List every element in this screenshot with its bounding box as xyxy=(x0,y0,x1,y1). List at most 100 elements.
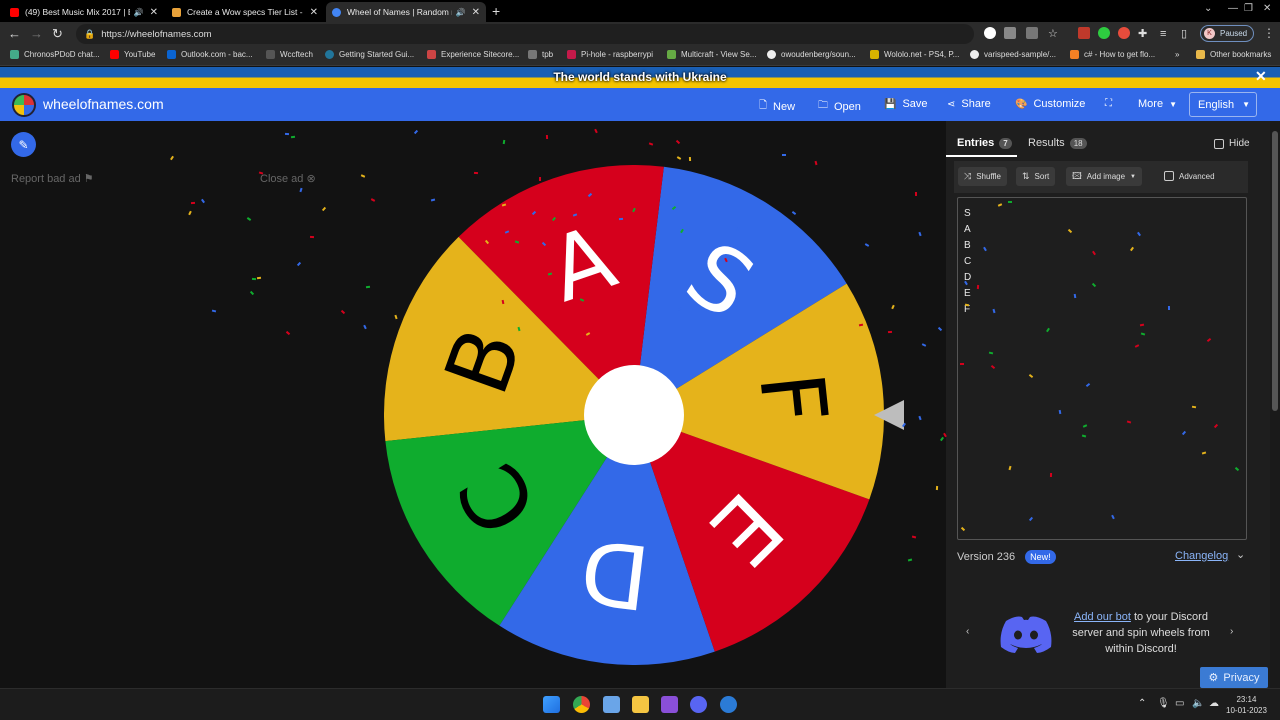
bookmark-item[interactable]: Wccftech xyxy=(266,50,313,59)
tab-entries[interactable]: Entries 7 xyxy=(957,137,1012,149)
extensions-puzzle-icon[interactable]: ✚ xyxy=(1138,26,1147,42)
carousel-next-icon[interactable]: › xyxy=(1230,626,1233,637)
bookmark-item[interactable]: Getting Started Gui... xyxy=(325,50,414,59)
hide-checkbox[interactable]: Hide xyxy=(1214,138,1250,149)
carousel-prev-icon[interactable]: ‹ xyxy=(966,626,969,637)
open-button[interactable]: 🗀 Open xyxy=(818,98,861,115)
save-button[interactable]: 💾 Save xyxy=(884,98,928,110)
bookmark-item[interactable]: Multicraft - View Se... xyxy=(667,50,756,59)
changelog-link[interactable]: Changelog xyxy=(1175,550,1228,562)
close-ad-link[interactable]: Close ad ⊗ xyxy=(260,172,316,185)
bookmark-item[interactable]: Experience Sitecore... xyxy=(427,50,519,59)
extension-red-icon[interactable] xyxy=(1078,27,1090,39)
share-page-icon[interactable] xyxy=(1026,27,1038,39)
chrome-icon[interactable] xyxy=(573,696,590,713)
restore-icon[interactable]: ❐ xyxy=(1244,3,1253,14)
confetti-piece xyxy=(676,156,682,161)
confetti-piece xyxy=(1049,472,1053,477)
lock-icon[interactable]: 🔒 xyxy=(84,29,95,40)
side-panel-icon[interactable]: ▯ xyxy=(1181,26,1187,42)
back-icon[interactable]: ← xyxy=(8,26,21,42)
bookmark-item[interactable]: Pi-hole - raspberrypi xyxy=(567,50,653,59)
close-tab-icon[interactable]: ✕ xyxy=(150,7,158,18)
share-button[interactable]: ⋖ Share xyxy=(947,98,991,110)
spin-wheel[interactable]: SABCD EF xyxy=(384,165,884,665)
visual-studio-icon[interactable] xyxy=(661,696,678,713)
advanced-checkbox[interactable]: Advanced xyxy=(1164,171,1215,181)
photos-icon[interactable] xyxy=(603,696,620,713)
page-scrollbar[interactable] xyxy=(1270,121,1280,688)
checkbox[interactable] xyxy=(1214,138,1224,149)
privacy-button[interactable]: ⚙ Privacy xyxy=(1200,667,1268,688)
new-button[interactable]: 🗋 New xyxy=(759,98,795,115)
close-window-icon[interactable]: ✕ xyxy=(1263,3,1271,14)
bookmark-item[interactable]: varispeed-sample/... xyxy=(970,50,1056,59)
windows-start-icon[interactable] xyxy=(543,696,560,713)
file-explorer-icon[interactable] xyxy=(632,696,649,713)
volume-icon[interactable]: 🔈 xyxy=(1192,698,1204,709)
sort-button[interactable]: ⇅ Sort xyxy=(1016,167,1056,186)
forward-icon[interactable]: → xyxy=(30,26,43,42)
confetti-piece xyxy=(299,187,303,193)
close-banner-icon[interactable]: ✕ xyxy=(1255,68,1267,85)
new-tab-icon[interactable]: + xyxy=(492,3,500,19)
address-bar[interactable]: 🔒 https://wheelofnames.com xyxy=(76,24,974,44)
profile-button[interactable]: K Paused xyxy=(1200,25,1254,42)
monitor-icon[interactable]: ▭ xyxy=(1175,698,1184,709)
bookmark-item[interactable]: tpb xyxy=(528,50,553,59)
github-icon xyxy=(970,50,979,59)
brand-name[interactable]: wheelofnames.com xyxy=(43,96,164,112)
microphone-icon[interactable]: 🎙 xyxy=(1157,698,1170,709)
bookmark-item[interactable]: ChronosPDoD chat... xyxy=(10,50,100,59)
bookmark-item[interactable]: owoudenberg/soun... xyxy=(767,50,856,59)
bookmark-star-icon[interactable]: ☆ xyxy=(1048,26,1058,42)
shuffle-button[interactable]: ⤨ Shuffle xyxy=(958,167,1007,186)
language-select[interactable]: English ▼ xyxy=(1189,92,1257,117)
close-tab-icon[interactable]: ✕ xyxy=(472,7,480,18)
add-image-button[interactable]: 🖾 Add image ▼ xyxy=(1066,167,1142,186)
banner-text[interactable]: The world stands with Ukraine xyxy=(0,70,1280,84)
chevron-down-icon[interactable]: ⌄ xyxy=(1236,548,1245,561)
scrollbar-thumb[interactable] xyxy=(1272,131,1278,411)
translate-icon[interactable] xyxy=(1004,27,1016,39)
media-queue-icon[interactable]: ≡ xyxy=(1160,26,1166,42)
confetti-piece xyxy=(188,210,192,215)
other-bookmarks[interactable]: Other bookmarks xyxy=(1196,50,1271,59)
speaker-icon[interactable]: 🔊 xyxy=(134,8,144,17)
reload-icon[interactable]: ↻ xyxy=(52,26,63,42)
browser-tab-wheelofnames[interactable]: Wheel of Names | Random n 🔊 ✕ xyxy=(326,2,486,22)
chevron-down-icon[interactable]: ⌄ xyxy=(1204,3,1212,14)
browser-tab-tierlist[interactable]: Create a Wow specs Tier List - Ti ✕ xyxy=(166,2,324,22)
bookmark-item[interactable]: Wololo.net - PS4, P... xyxy=(870,50,959,59)
google-lens-icon[interactable] xyxy=(984,27,996,39)
close-tab-icon[interactable]: ✕ xyxy=(310,7,318,18)
system-clock[interactable]: 23:14 10-01-2023 xyxy=(1226,694,1267,716)
bookmark-item[interactable]: Outlook.com - bac... xyxy=(167,50,253,59)
minimize-icon[interactable]: — xyxy=(1228,3,1238,14)
checkbox[interactable] xyxy=(1164,171,1174,181)
wheel-logo-icon[interactable] xyxy=(12,93,36,117)
bookmark-item[interactable]: YouTube xyxy=(110,50,155,59)
onedrive-icon[interactable]: ☁ xyxy=(1209,698,1219,709)
entries-textarea[interactable]: S A B C D E F xyxy=(957,197,1247,540)
edit-pencil-button[interactable]: ✎ xyxy=(11,132,36,157)
app-taskbar-icon[interactable] xyxy=(720,696,737,713)
fullscreen-button[interactable]: ⛶ xyxy=(1105,98,1118,109)
confetti-piece xyxy=(891,304,896,309)
extension-record-icon[interactable] xyxy=(1118,27,1130,39)
browser-tab-music[interactable]: (49) Best Music Mix 2017 | B 🔊 ✕ xyxy=(4,2,164,22)
more-bookmarks-icon[interactable]: » xyxy=(1175,50,1179,59)
bookmark-item[interactable]: c# - How to get flo... xyxy=(1070,50,1155,59)
wheel-center-button[interactable] xyxy=(584,365,684,465)
customize-button[interactable]: 🎨 Customize xyxy=(1015,98,1085,110)
browser-menu-icon[interactable]: ⋮ xyxy=(1263,26,1275,40)
tray-chevron-up-icon[interactable]: ⌃ xyxy=(1138,698,1146,709)
speaker-icon[interactable]: 🔊 xyxy=(456,8,466,17)
add-bot-link[interactable]: Add our bot xyxy=(1074,611,1131,623)
confetti-piece xyxy=(297,261,302,267)
extension-green-icon[interactable] xyxy=(1098,27,1110,39)
discord-taskbar-icon[interactable] xyxy=(690,696,707,713)
report-ad-link[interactable]: Report bad ad ⚑ xyxy=(11,172,94,185)
more-button[interactable]: More ▼ xyxy=(1138,98,1177,110)
tab-results[interactable]: Results 18 xyxy=(1028,137,1087,149)
